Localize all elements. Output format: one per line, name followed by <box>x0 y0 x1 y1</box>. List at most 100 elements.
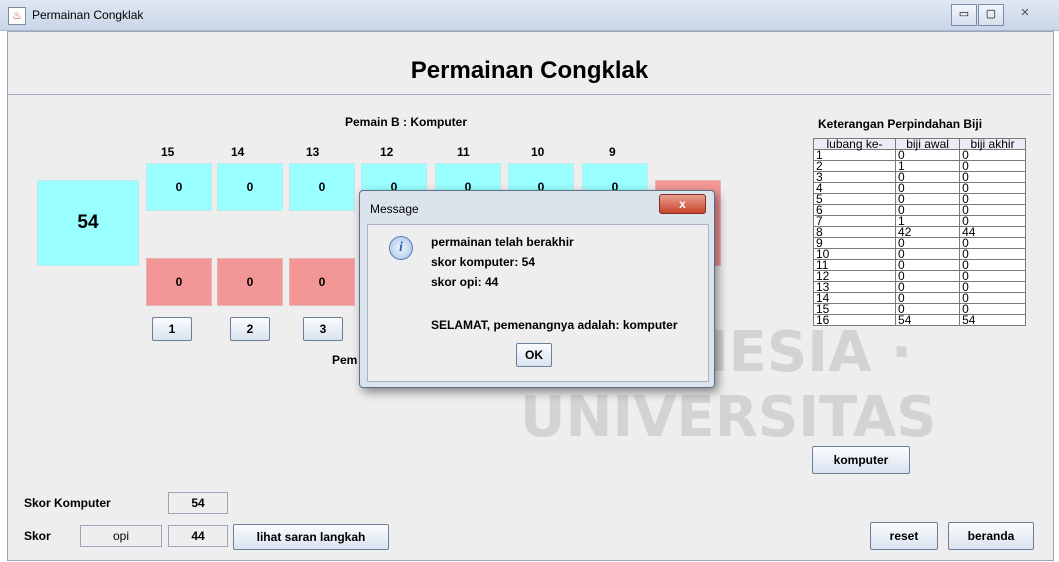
dialog-line-1: permainan telah berakhir <box>431 235 574 249</box>
table-cell: 0 <box>959 171 1026 183</box>
table-cell: 0 <box>959 182 1026 194</box>
hole-number-10: 10 <box>531 145 545 159</box>
page-title: Permainan Congklak <box>410 57 649 84</box>
table-row: 600 <box>812 204 1026 216</box>
table-row: 10 0 0 <box>812 248 1026 260</box>
table-row: 100 <box>812 149 1026 161</box>
player-b-label: Pemain B : Komputer <box>345 115 468 129</box>
table-cell: 5 <box>812 193 897 205</box>
table-row: 13 0 0 <box>812 281 1026 293</box>
hint-button[interactable]: lihat saran langkah <box>233 524 389 550</box>
hole-13: 0 <box>289 163 355 211</box>
table-cell: 0 <box>959 292 1026 304</box>
score-player-value: 44 <box>168 525 228 547</box>
table-cell: 7 <box>812 215 897 227</box>
close-window-button[interactable]: ✕ <box>1005 4 1045 24</box>
hole-2: 0 <box>217 258 283 306</box>
table-cell: 0 <box>895 171 961 183</box>
player-name-field[interactable]: opi <box>80 525 162 547</box>
reset-button[interactable]: reset <box>870 522 938 550</box>
hole-14: 0 <box>217 163 283 211</box>
hole-3-button[interactable]: 3 <box>303 317 343 341</box>
table-cell: 3 <box>812 171 897 183</box>
komputer-button[interactable]: komputer <box>812 446 910 474</box>
table-cell: 0 <box>959 259 1026 271</box>
table-row: 210 <box>812 160 1026 172</box>
column-header: biji awal <box>895 138 961 150</box>
hole-1-button[interactable]: 1 <box>152 317 192 341</box>
table-cell: 0 <box>959 149 1026 161</box>
hole-15: 0 <box>146 163 212 211</box>
table-row: 16 54 54 <box>812 314 1026 326</box>
window-title: Permainan Congklak <box>32 8 144 22</box>
score-player-label: Skor <box>24 529 51 543</box>
dialog-body: i permainan telah berakhir skor komputer… <box>367 224 709 382</box>
table-cell: 0 <box>895 248 961 260</box>
hole-number-9: 9 <box>609 145 616 159</box>
table-cell: 0 <box>895 270 961 282</box>
table-cell: 0 <box>895 204 961 216</box>
table-row: 710 <box>812 215 1026 227</box>
table-cell: 4 <box>812 182 897 194</box>
table-row: 300 <box>812 171 1026 183</box>
table-cell: 0 <box>959 204 1026 216</box>
hole-number-14: 14 <box>231 145 245 159</box>
table-cell: 0 <box>895 182 961 194</box>
table-row: 400 <box>812 182 1026 194</box>
dialog-close-button[interactable]: x <box>659 194 706 214</box>
column-header: biji akhir <box>959 138 1026 150</box>
table-cell: 54 <box>959 314 1026 326</box>
table-row: 12 0 0 <box>812 270 1026 282</box>
table-cell: 0 <box>959 248 1026 260</box>
table-cell: 0 <box>895 259 961 271</box>
window-titlebar: ♨ Permainan Congklak ▭ ▢ ✕ <box>0 0 1059 31</box>
table-cell: 0 <box>895 292 961 304</box>
table-cell: 54 <box>895 314 961 326</box>
header-panel: Permainan Congklak <box>8 32 1051 95</box>
table-row: 11 0 0 <box>812 259 1026 271</box>
table-cell: 0 <box>959 160 1026 172</box>
hole-number-15: 15 <box>161 145 175 159</box>
table-cell: 6 <box>812 204 897 216</box>
table-cell: 0 <box>959 193 1026 205</box>
ok-button[interactable]: OK <box>516 343 552 367</box>
hole-1: 0 <box>146 258 212 306</box>
table-row: 500 <box>812 193 1026 205</box>
hole-2-button[interactable]: 2 <box>230 317 270 341</box>
table-row: 15 0 0 <box>812 303 1026 315</box>
hole-3: 0 <box>289 258 355 306</box>
minimize-button[interactable]: ▭ <box>951 4 977 26</box>
hole-number-13: 13 <box>306 145 320 159</box>
table-cell: 8 <box>812 226 897 238</box>
moves-table: lubang ke- biji awal biji akhir 10021030… <box>812 138 1026 326</box>
table-cell: 0 <box>959 270 1026 282</box>
table-cell: 2 <box>812 160 897 172</box>
dialog-line-3: skor opi: 44 <box>431 275 499 289</box>
beranda-button[interactable]: beranda <box>948 522 1034 550</box>
table-cell: 16 <box>812 314 897 326</box>
table-row: 8 42 44 <box>812 226 1026 238</box>
table-cell: 1 <box>895 160 961 172</box>
column-header: lubang ke- <box>812 138 897 150</box>
message-dialog: Message x i permainan telah berakhir sko… <box>359 190 715 388</box>
hole-number-12: 12 <box>380 145 394 159</box>
hole-number-11: 11 <box>457 145 470 159</box>
score-komputer-label: Skor Komputer <box>24 496 111 510</box>
side-title: Keterangan Perpindahan Biji <box>818 117 983 131</box>
maximize-button[interactable]: ▢ <box>978 4 1004 26</box>
dialog-title: Message <box>370 202 419 216</box>
table-header-row: lubang ke- biji awal biji akhir <box>812 138 1026 150</box>
table-cell: 0 <box>895 281 961 293</box>
info-icon: i <box>389 236 413 260</box>
player-a-label: Pem <box>332 353 358 367</box>
table-row: 900 <box>812 237 1026 249</box>
dialog-line-4: SELAMAT, pemenangnya adalah: komputer <box>431 318 678 332</box>
table-row: 14 0 0 <box>812 292 1026 304</box>
score-komputer-value: 54 <box>168 492 228 514</box>
table-cell: 0 <box>959 237 1026 249</box>
dialog-line-2: skor komputer: 54 <box>431 255 536 269</box>
table-cell: 0 <box>895 237 961 249</box>
store-left: 54 <box>37 180 139 266</box>
table-cell: 42 <box>895 226 961 238</box>
table-cell: 0 <box>959 281 1026 293</box>
